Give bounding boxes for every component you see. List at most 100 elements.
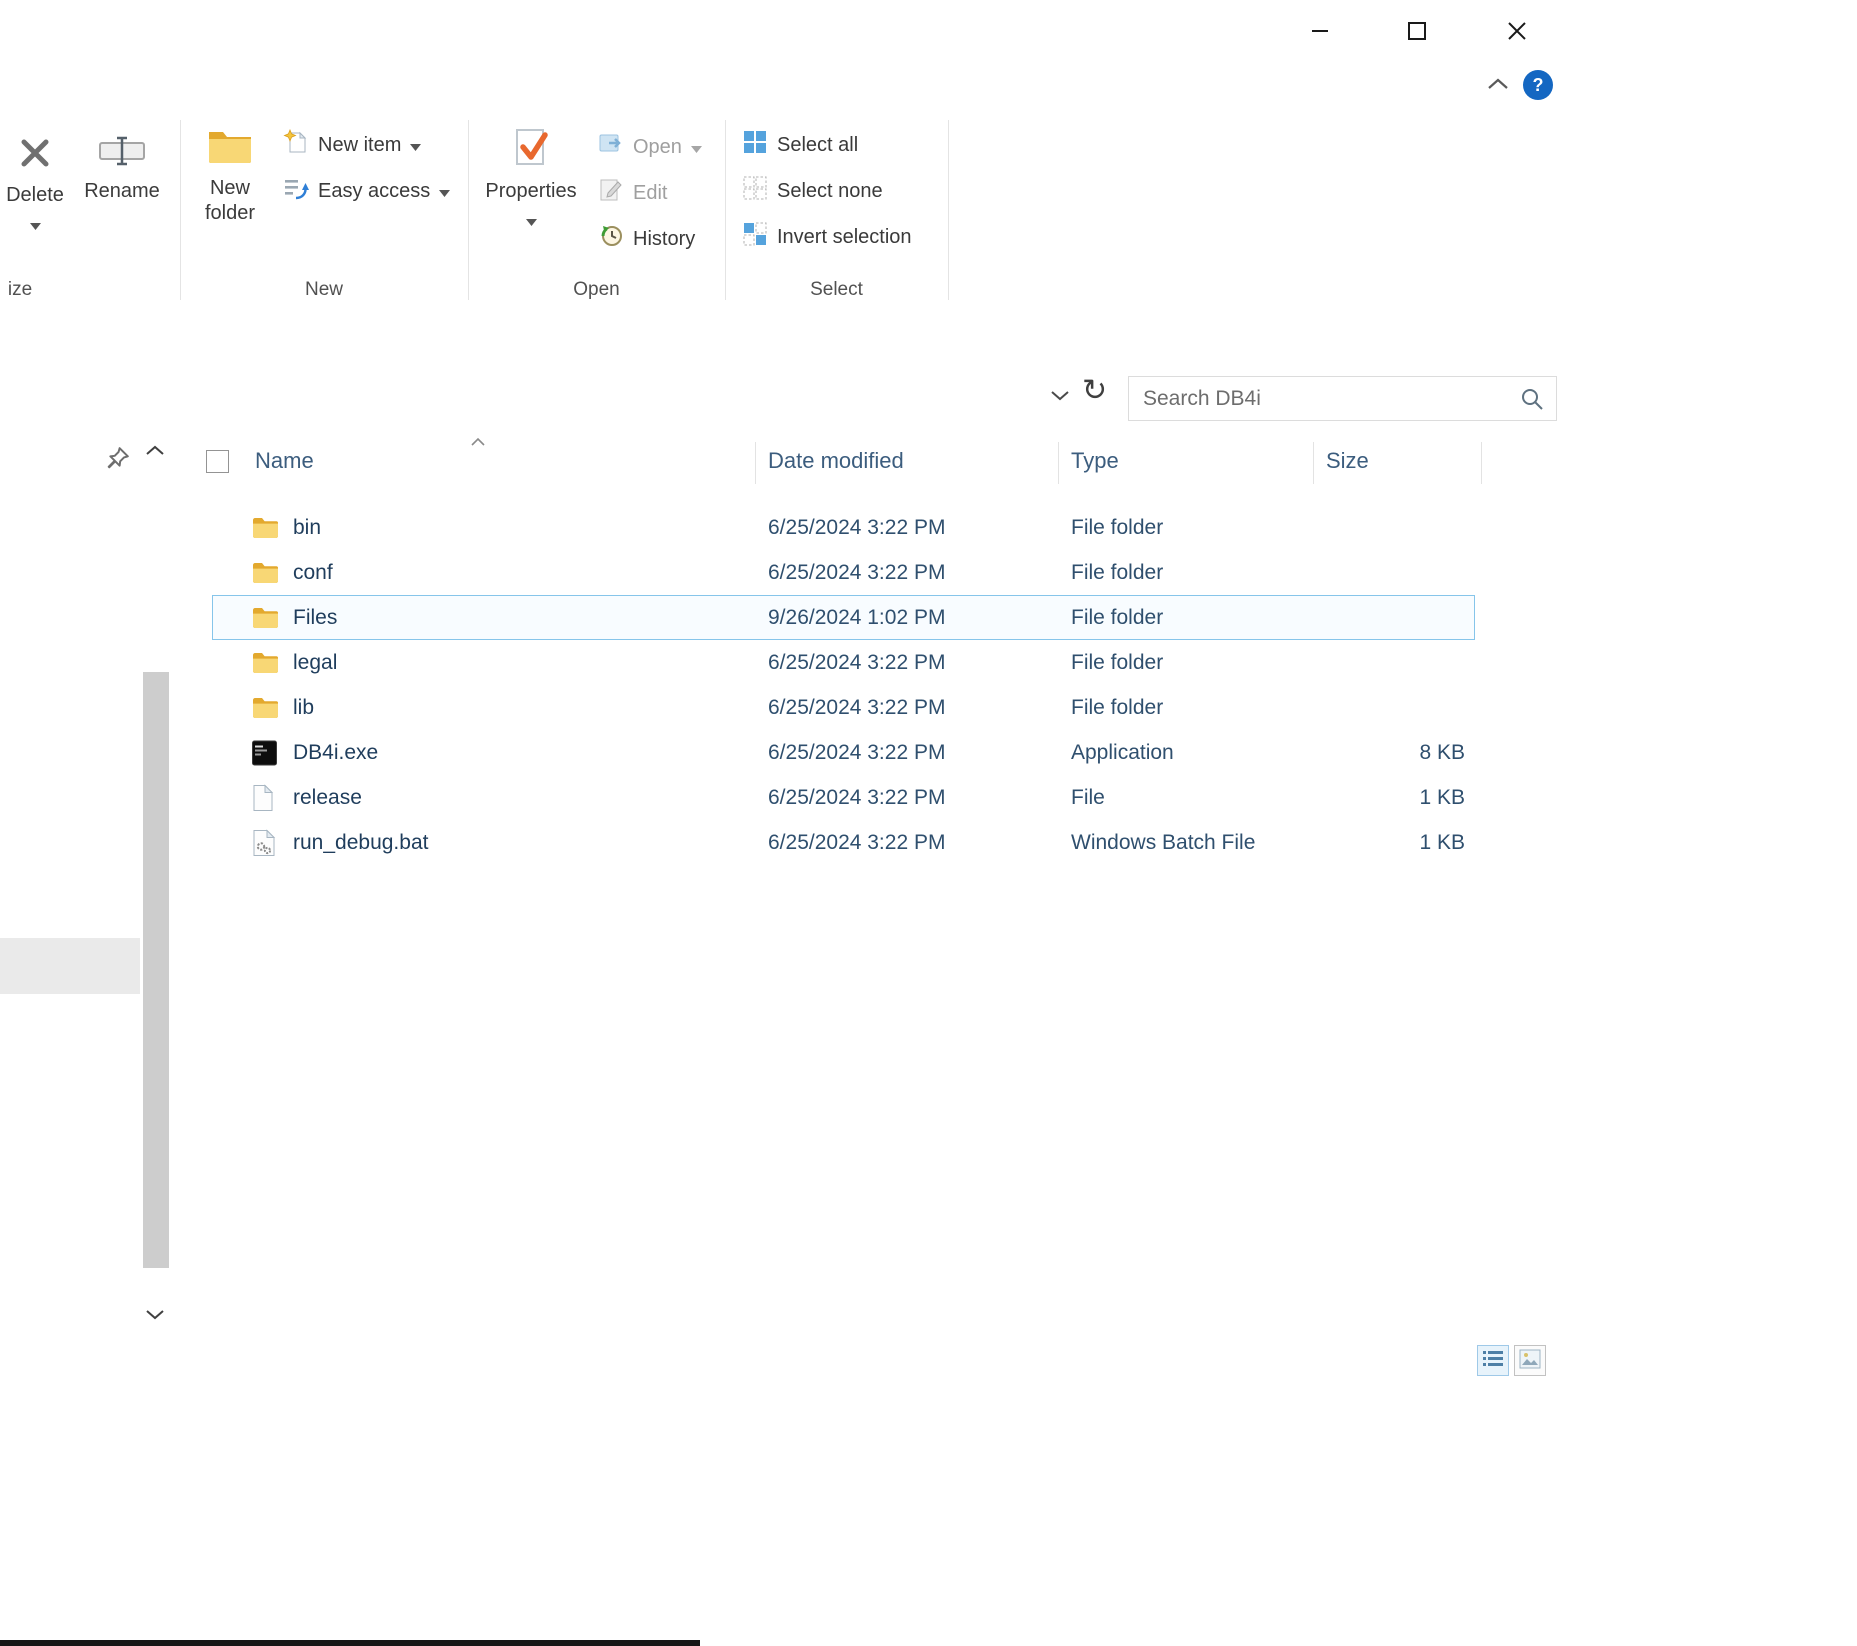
column-header-type[interactable]: Type (1071, 448, 1119, 474)
open-icon (598, 131, 624, 163)
address-dropdown-button[interactable] (1050, 390, 1070, 405)
chevron-down-icon (145, 1308, 165, 1323)
open-label: Open (633, 135, 682, 158)
search-input[interactable] (1129, 377, 1520, 420)
rename-label: Rename (84, 180, 160, 202)
file-date-modified: 6/25/2024 3:22 PM (768, 651, 946, 674)
ribbon-divider (180, 120, 181, 300)
thumbnails-view-icon (1519, 1349, 1541, 1372)
column-header-name[interactable]: Name (255, 448, 314, 474)
file-row[interactable]: DB4i.exe 6/25/2024 3:22 PM Application 8 KB (0, 730, 1481, 775)
new-folder-label-line1: New (209, 177, 250, 199)
minimize-icon (1309, 20, 1331, 45)
search-box (1128, 376, 1557, 421)
collapse-ribbon-button[interactable] (1480, 70, 1516, 100)
properties-icon (511, 128, 551, 174)
rename-button[interactable]: Rename (78, 134, 166, 204)
ribbon-group-new-label: New (304, 279, 343, 300)
file-type: Windows Batch File (1071, 831, 1256, 854)
ribbon-group-organize-label: ize (7, 279, 33, 300)
file-name: bin (293, 516, 322, 539)
file-date-modified: 6/25/2024 3:22 PM (768, 696, 946, 719)
properties-button[interactable]: Properties (484, 128, 578, 232)
select-none-label: Select none (777, 179, 883, 202)
folder-icon (252, 562, 279, 584)
new-item-button[interactable]: New item (283, 128, 422, 162)
file-date-modified: 6/25/2024 3:22 PM (768, 786, 946, 809)
rename-icon (99, 134, 145, 174)
file-row[interactable]: lib 6/25/2024 3:22 PM File folder (0, 685, 1481, 730)
scrollbar-down-button[interactable] (145, 1308, 165, 1323)
ribbon-divider (468, 120, 469, 300)
thumbnails-view-button[interactable] (1514, 1345, 1546, 1376)
new-folder-label-line2: folder (204, 202, 256, 224)
delete-button[interactable]: Delete (0, 134, 70, 236)
select-all-icon (742, 129, 768, 161)
column-header-date-modified[interactable]: Date modified (768, 448, 904, 474)
file-size: 8 KB (1419, 741, 1465, 764)
navigation-pane-fragment (0, 938, 140, 994)
select-all-button[interactable]: Select all (742, 128, 858, 162)
history-button[interactable]: History (598, 222, 695, 256)
open-button[interactable]: Open (598, 130, 702, 164)
file-type: File folder (1071, 696, 1164, 719)
easy-access-button[interactable]: Easy access (283, 174, 451, 208)
history-icon (598, 223, 624, 255)
history-label: History (633, 227, 696, 250)
pin-button[interactable] (106, 446, 130, 473)
column-divider (1313, 442, 1314, 484)
file-size: 1 KB (1419, 831, 1465, 854)
dropdown-caret-icon (29, 213, 41, 236)
file-date-modified: 6/25/2024 3:22 PM (768, 741, 946, 764)
file-row[interactable]: legal 6/25/2024 3:22 PM File folder (0, 640, 1481, 685)
column-header-size[interactable]: Size (1326, 448, 1369, 474)
edit-icon (598, 177, 624, 209)
folder-icon (252, 652, 279, 674)
select-none-icon (742, 175, 768, 207)
help-button[interactable]: ? (1523, 70, 1553, 100)
folder-icon (252, 697, 279, 719)
ribbon-group-select-label: Select (810, 279, 863, 300)
file-row[interactable]: Files 9/26/2024 1:02 PM File folder (0, 595, 1481, 640)
file-row[interactable]: run_debug.bat 6/25/2024 3:22 PM Windows Ba… (0, 820, 1481, 865)
ribbon-divider (948, 120, 949, 300)
exe-icon (252, 740, 277, 765)
file-type: File folder (1071, 606, 1164, 629)
file-name: lib (293, 696, 315, 719)
file-date-modified: 9/26/2024 1:02 PM (768, 606, 946, 629)
column-divider (1058, 442, 1059, 484)
file-name: release (293, 786, 362, 809)
scrollbar-up-button[interactable] (145, 444, 165, 459)
file-row[interactable]: bin 6/25/2024 3:22 PM File folder (0, 505, 1481, 550)
new-folder-button[interactable]: New folder (190, 128, 270, 226)
folder-icon (252, 607, 279, 629)
file-type: File folder (1071, 651, 1164, 674)
refresh-button[interactable]: ↻ (1082, 376, 1107, 406)
invert-selection-label: Invert selection (777, 225, 912, 248)
edit-button[interactable]: Edit (598, 176, 667, 210)
select-all-label: Select all (777, 133, 859, 156)
maximize-button[interactable] (1395, 12, 1439, 52)
edit-label: Edit (633, 181, 668, 204)
close-button[interactable] (1495, 12, 1539, 52)
search-icon[interactable] (1520, 387, 1544, 411)
dropdown-caret-icon (439, 180, 451, 203)
file-row[interactable]: release 6/25/2024 3:22 PM File 1 KB (0, 775, 1481, 820)
select-all-checkbox[interactable] (206, 450, 229, 473)
minimize-button[interactable] (1298, 12, 1342, 52)
new-item-label: New item (318, 133, 402, 156)
refresh-icon: ↻ (1082, 374, 1108, 407)
select-none-button[interactable]: Select none (742, 174, 883, 208)
invert-selection-button[interactable]: Invert selection (742, 220, 912, 254)
file-row[interactable]: conf 6/25/2024 3:22 PM File folder (0, 550, 1481, 595)
file-name: legal (293, 651, 338, 674)
close-icon (1505, 19, 1529, 46)
details-view-button[interactable] (1477, 1345, 1509, 1376)
file-size: 1 KB (1419, 786, 1465, 809)
details-view-icon (1482, 1349, 1504, 1372)
bat-icon (252, 829, 276, 856)
file-type: File folder (1071, 561, 1164, 584)
dropdown-caret-icon (410, 134, 422, 157)
file-type: File folder (1071, 516, 1164, 539)
scrollbar-thumb[interactable] (143, 672, 169, 1268)
